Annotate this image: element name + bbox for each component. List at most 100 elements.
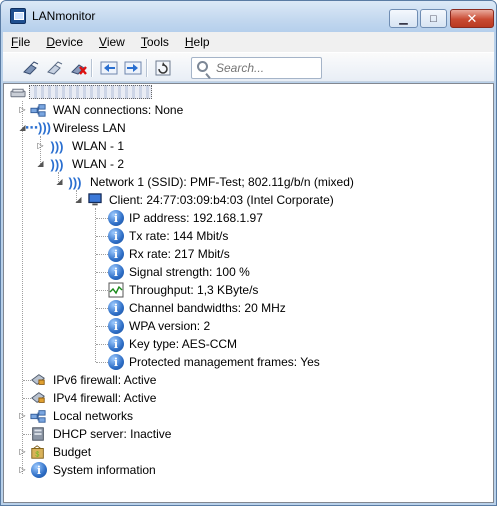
tree-item-wlan-1[interactable]: ▷ ))) WLAN - 1 <box>4 137 493 155</box>
window-title: LANmonitor <box>32 9 96 23</box>
info-icon: i <box>108 264 124 280</box>
computer-icon <box>88 193 102 206</box>
info-icon: i <box>108 300 124 316</box>
expand-icon[interactable]: ▷ <box>36 141 45 150</box>
info-icon: i <box>108 210 124 226</box>
tree-item-label: Local networks <box>53 409 134 423</box>
tree-item-label: Client: 24:77:03:09:b4:03 (Intel Corpora… <box>109 193 334 207</box>
router-icon <box>10 88 26 98</box>
tree-item-signal-strength[interactable]: i Signal strength: 100 % <box>4 263 493 281</box>
toolbar-separator <box>146 59 147 77</box>
arrow-left-icon <box>100 61 118 75</box>
search-input[interactable] <box>214 60 318 76</box>
info-icon: i <box>108 336 124 352</box>
tree-item-label: Rx rate: 217 Mbit/s <box>129 247 230 261</box>
tree-item-wlan-2[interactable]: ◢ ))) WLAN - 2 <box>4 155 493 173</box>
connect-icon <box>23 61 39 75</box>
tree-item-throughput[interactable]: Throughput: 1,3 KByte/s <box>4 281 493 299</box>
network-icon <box>30 410 46 423</box>
tree-item-ipv6-firewall[interactable]: IPv6 firewall: Active <box>4 371 493 389</box>
server-icon <box>32 427 44 441</box>
delete-icon <box>71 64 87 75</box>
minimize-icon: ▁ <box>399 13 408 25</box>
wifi-icon: ))) <box>68 174 82 190</box>
move-left-button[interactable] <box>99 58 119 78</box>
tree-item-wan-connections[interactable]: ▷ WAN connections: None <box>4 101 493 119</box>
delete-button[interactable] <box>69 58 89 78</box>
minimize-button[interactable]: ▁ <box>389 9 418 28</box>
menu-file[interactable]: File <box>3 35 38 49</box>
move-right-button[interactable] <box>123 58 143 78</box>
expand-icon[interactable]: ▷ <box>18 411 27 420</box>
tree-item-label: Budget <box>53 445 92 459</box>
tree-item-label: System information <box>53 463 156 477</box>
tree-item-label: Channel bandwidths: 20 MHz <box>129 301 286 315</box>
tree-item-client[interactable]: ◢ Client: 24:77:03:09:b4:03 (Intel Corpo… <box>4 191 493 209</box>
tree-item-label: DHCP server: Inactive <box>53 427 172 441</box>
expand-icon[interactable]: ▷ <box>18 447 27 456</box>
tree-item-label: Protected management frames: Yes <box>129 355 320 369</box>
search-box[interactable] <box>191 57 322 79</box>
search-icon <box>197 61 208 72</box>
wifi-icon: ⋯))) <box>25 120 51 135</box>
collapse-icon[interactable]: ◢ <box>74 195 83 204</box>
lanmonitor-app-icon <box>10 8 26 24</box>
refresh-button[interactable] <box>153 58 173 78</box>
tree-item-wpa-version[interactable]: i WPA version: 2 <box>4 317 493 335</box>
menu-help[interactable]: Help <box>177 35 218 49</box>
tree-item-label: Network 1 (SSID): PMF-Test; 802.11g/b/n … <box>90 175 354 189</box>
maximize-icon: □ <box>430 12 437 25</box>
tree-item-label: Tx rate: 144 Mbit/s <box>129 229 229 243</box>
tree-item-wireless-lan[interactable]: ◢ ⋯))) Wireless LAN <box>4 119 493 137</box>
info-icon: i <box>31 462 47 478</box>
tree-item-key-type[interactable]: i Key type: AES-CCM <box>4 335 493 353</box>
title-bar[interactable]: LANmonitor ▁ □ ✕ <box>1 1 496 32</box>
maximize-button[interactable]: □ <box>420 9 447 28</box>
tree-item-tx-rate[interactable]: i Tx rate: 144 Mbit/s <box>4 227 493 245</box>
tree-item-label: WLAN - 2 <box>72 157 125 171</box>
tree-item-system-information[interactable]: ▷ i System information <box>4 461 493 479</box>
tree-item-label: WPA version: 2 <box>129 319 211 333</box>
expand-icon[interactable]: ▷ <box>18 105 27 114</box>
svg-text:$: $ <box>35 450 39 458</box>
info-icon: i <box>108 228 124 244</box>
info-icon: i <box>108 318 124 334</box>
tree-item-budget[interactable]: ▷ $ Budget <box>4 443 493 461</box>
close-button[interactable]: ✕ <box>450 9 494 28</box>
menu-view[interactable]: View <box>91 35 133 49</box>
disconnect-icon <box>47 61 63 75</box>
tree-item-dhcp-server[interactable]: DHCP server: Inactive <box>4 425 493 443</box>
budget-icon: $ <box>31 445 44 459</box>
tree-item-label: WLAN - 1 <box>72 139 125 153</box>
disconnect-button[interactable] <box>45 58 65 78</box>
tree-item-protected-management-frames[interactable]: i Protected management frames: Yes <box>4 353 493 371</box>
info-icon: i <box>108 354 124 370</box>
tree-item-label: IPv4 firewall: Active <box>53 391 157 405</box>
menu-device[interactable]: Device <box>38 35 91 49</box>
tree-item-ip-address[interactable]: i IP address: 192.168.1.97 <box>4 209 493 227</box>
firewall-icon <box>31 374 45 386</box>
menu-bar: File Device View Tools Help <box>3 32 494 52</box>
tree-item-channel-bandwidths[interactable]: i Channel bandwidths: 20 MHz <box>4 299 493 317</box>
tree-item-local-networks[interactable]: ▷ Local networks <box>4 407 493 425</box>
tree-item-label: Key type: AES-CCM <box>129 337 238 351</box>
tree-item-network-1[interactable]: ◢ ))) Network 1 (SSID): PMF-Test; 802.11… <box>4 173 493 191</box>
tree-item-label: Wireless LAN <box>53 121 126 135</box>
toolbar <box>3 52 494 82</box>
collapse-icon[interactable]: ◢ <box>55 177 64 186</box>
refresh-icon <box>155 60 171 76</box>
expand-icon[interactable]: ▷ <box>18 465 27 474</box>
app-window: LANmonitor ▁ □ ✕ File Device View Tools … <box>0 0 497 506</box>
tree-root-row[interactable] <box>4 84 493 102</box>
wifi-icon: ))) <box>50 138 64 154</box>
collapse-icon[interactable]: ◢ <box>36 159 45 168</box>
menu-tools[interactable]: Tools <box>133 35 177 49</box>
tree-item-rx-rate[interactable]: i Rx rate: 217 Mbit/s <box>4 245 493 263</box>
network-icon <box>30 104 46 117</box>
connect-button[interactable] <box>21 58 41 78</box>
throughput-chart-icon <box>108 282 124 298</box>
tree-item-label: IP address: 192.168.1.97 <box>129 211 263 225</box>
tree-item-ipv4-firewall[interactable]: IPv4 firewall: Active <box>4 389 493 407</box>
device-tree: ▷ WAN connections: None ◢ ⋯))) Wireless … <box>3 83 494 503</box>
toolbar-separator <box>91 59 92 77</box>
